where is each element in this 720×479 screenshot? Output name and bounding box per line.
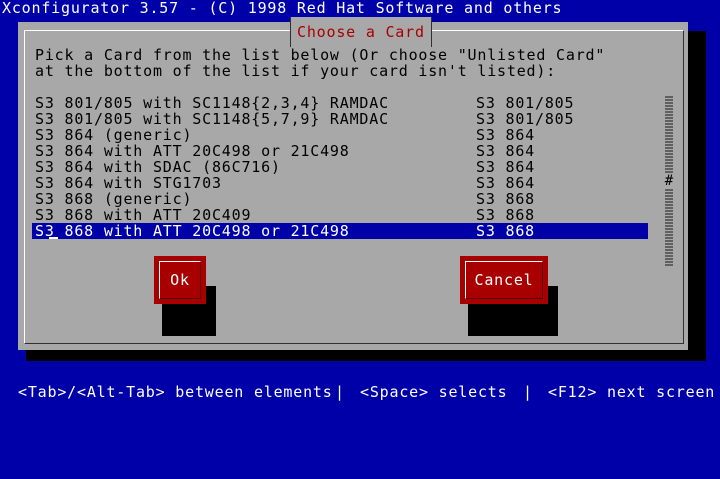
card-name: S3 864 (generic) (35, 126, 193, 144)
card-chipset: S3 801/805 (476, 110, 575, 128)
card-chipset: S3 801/805 (476, 94, 575, 112)
help-footer: <Tab>/<Alt-Tab> between elements | <Spac… (0, 382, 720, 400)
ok-button[interactable]: Ok (154, 256, 206, 304)
cancel-button-label: Cancel (474, 271, 534, 289)
card-list-item[interactable]: S3 864 (generic) S3 864 (32, 127, 648, 143)
card-list-item[interactable]: S3 801/805 with SC1148{5,7,9} RAMDAC S3 … (32, 111, 648, 127)
card-list-item[interactable]: S3 864 with ATT 20C498 or 21C498 S3 864 (32, 143, 648, 159)
card-name: S3 801/805 with SC1148{5,7,9} RAMDAC (35, 110, 389, 128)
cancel-button[interactable]: Cancel (460, 256, 548, 304)
card-list-item[interactable]: S3 868 (generic) S3 868 (32, 191, 648, 207)
prompt-line-2: at the bottom of the list if your card i… (35, 62, 557, 80)
screen-title: Xconfigurator 3.57 - (C) 1998 Red Hat So… (2, 0, 563, 17)
footer-separator: | (335, 383, 345, 401)
dialog-title: Choose a Card (290, 17, 432, 47)
card-name: S3 868 (generic) (35, 190, 193, 208)
card-chipset: S3 864 (476, 174, 535, 192)
card-chipset: S3 864 (476, 158, 535, 176)
card-chipset: S3 864 (476, 142, 535, 160)
card-name: S3 864 with STG1703 (35, 174, 222, 192)
list-scrollbar[interactable]: # (664, 96, 674, 266)
footer-hint-tab: <Tab>/<Alt-Tab> between elements (18, 383, 333, 401)
card-chipset: S3 868 (476, 190, 535, 208)
footer-hint-space: <Space> selects (360, 383, 508, 401)
ok-button-label: Ok (170, 271, 190, 289)
dialog-prompt: Pick a Card from the list below (Or choo… (35, 47, 605, 79)
card-name: S3 801/805 with SC1148{2,3,4} RAMDAC (35, 94, 389, 112)
card-list-item-selected[interactable]: S3 868 with ATT 20C498 or 21C498 S3 868 (32, 223, 648, 239)
card-list-item[interactable]: S3 801/805 with SC1148{2,3,4} RAMDAC S3 … (32, 95, 648, 111)
footer-separator: | (523, 383, 533, 401)
card-name: S3 864 with SDAC (86C716) (35, 158, 281, 176)
card-chipset: S3 864 (476, 126, 535, 144)
card-chipset: S3 868 (476, 206, 535, 224)
card-list-item[interactable]: S3 864 with SDAC (86C716) S3 864 (32, 159, 648, 175)
choose-card-dialog: Choose a Card Pick a Card from the list … (18, 17, 688, 350)
card-list-item[interactable]: S3 868 with ATT 20C409 S3 868 (32, 207, 648, 223)
card-list[interactable]: S3 801/805 with SC1148{2,3,4} RAMDAC S3 … (32, 95, 648, 239)
footer-hint-f12: <F12> next screen (548, 383, 716, 401)
scrollbar-thumb[interactable]: # (664, 174, 674, 188)
card-name: S3 864 with ATT 20C498 or 21C498 (35, 142, 350, 160)
card-list-item[interactable]: S3 864 with STG1703 S3 864 (32, 175, 648, 191)
card-chipset: S3 868 (476, 222, 535, 240)
card-name: S3 868 with ATT 20C498 or 21C498 (35, 222, 350, 240)
card-name: S3 868 with ATT 20C409 (35, 206, 252, 224)
